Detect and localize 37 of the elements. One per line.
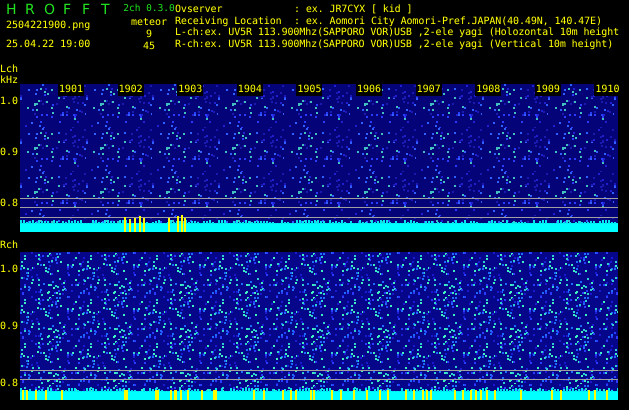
meteor-label: meteor xyxy=(130,16,168,29)
time-label: 1901 xyxy=(58,84,84,96)
version-label: 2ch 0.3.0 xyxy=(123,2,175,16)
axis-label: 0.9 xyxy=(0,146,20,159)
logo-letter: H xyxy=(6,2,18,18)
logo-letter: F xyxy=(63,2,72,18)
info-label: Receiving Location xyxy=(175,16,283,27)
logo-letter: O xyxy=(44,2,56,18)
time-label: 1907 xyxy=(416,84,442,96)
info-line: L-ch:ex. UV5R 113.900Mhz(SAPPORO VOR)USB ,2-ele yagi (Holozontal 10m height xyxy=(175,27,620,38)
axis-label: 1.0 xyxy=(0,263,20,276)
axis-label: 0.9 xyxy=(0,320,20,333)
date-time: 25.04.22 19:00 xyxy=(6,38,92,51)
info-value: : ex. JR7CYX [ kid ] xyxy=(294,4,414,16)
meteor-count: 45 xyxy=(142,41,156,53)
meteor-count: 9 xyxy=(146,29,152,41)
unit-label: kHz xyxy=(0,75,20,86)
time-label: 1909 xyxy=(534,84,561,96)
axis-label: 0.8 xyxy=(0,377,20,390)
channel-label: Rch xyxy=(0,240,20,251)
logo-letter: T xyxy=(101,2,111,18)
time-label: 1908 xyxy=(475,84,502,96)
time-label: 1905 xyxy=(296,84,322,96)
info-line: R-ch:ex. UV5R 113.900Mhz(SAPPORO VOR)USB ,2-ele yagi (Vertical 10m height) xyxy=(175,38,614,50)
info-value: : ex. Aomori City Aomori-Pref.JAPAN(40.49N, 140.47E) xyxy=(294,16,603,26)
axis-label: 1.0 xyxy=(0,95,20,108)
channel-label: Lch xyxy=(0,64,20,75)
axis-label: 0.8 xyxy=(0,197,20,210)
logo-letter: R xyxy=(25,2,36,18)
time-label: 1904 xyxy=(236,84,263,96)
info-label: Ovserver xyxy=(175,4,224,16)
time-label: 1906 xyxy=(356,84,382,96)
file-name: 2504221900.png xyxy=(6,19,92,32)
time-label: 1910 xyxy=(594,84,620,96)
logo-letter: F xyxy=(82,2,92,18)
time-label: 1903 xyxy=(177,84,204,96)
time-label: 1902 xyxy=(118,84,144,96)
